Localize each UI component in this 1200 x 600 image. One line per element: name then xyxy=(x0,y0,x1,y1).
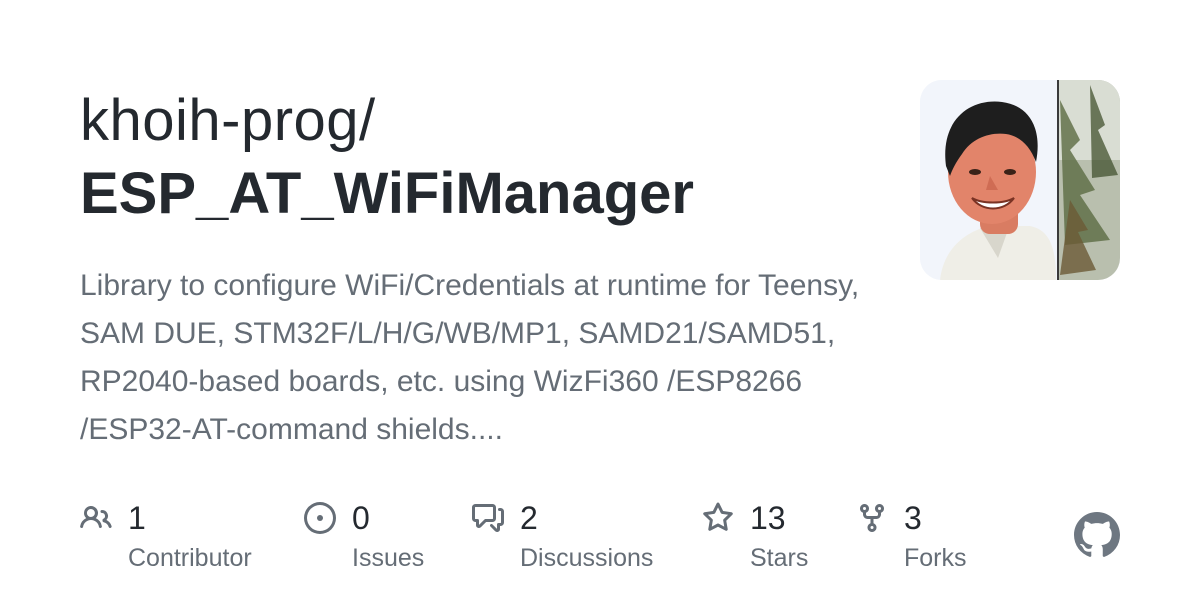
avatar-image xyxy=(920,80,1120,280)
stat-forks[interactable]: 3 Forks xyxy=(856,496,1006,586)
people-icon xyxy=(80,505,112,529)
issue-opened-icon xyxy=(304,502,336,534)
stat-count: 3 xyxy=(904,500,922,536)
star-icon xyxy=(703,502,733,531)
github-mark-icon xyxy=(1074,512,1120,557)
repo-forked-icon xyxy=(860,504,884,533)
stat-count: 2 xyxy=(520,500,538,536)
stat-stars[interactable]: 13 Stars xyxy=(702,496,852,586)
repo-owner[interactable]: khoih-prog/ xyxy=(80,88,376,154)
stat-discussions[interactable]: 2 Discussions xyxy=(472,496,672,586)
repo-name[interactable]: ESP_AT_WiFiManager xyxy=(80,160,694,228)
stat-label: Discussions xyxy=(520,544,654,572)
stat-label: Stars xyxy=(750,544,809,572)
repo-social-card: khoih-prog/ ESP_AT_WiFiManager Library t… xyxy=(0,0,1200,600)
repo-description: Library to configure WiFi/Credentials at… xyxy=(80,269,860,446)
owner-avatar[interactable] xyxy=(920,80,1120,280)
stat-contributors[interactable]: 1 Contributor xyxy=(80,496,280,586)
stat-label: Issues xyxy=(352,544,425,572)
stat-count: 13 xyxy=(750,500,786,536)
stat-count: 1 xyxy=(128,500,146,536)
stat-label: Forks xyxy=(904,544,967,572)
stat-label: Contributor xyxy=(128,544,252,572)
stat-count: 0 xyxy=(352,500,370,536)
stat-issues[interactable]: 0 Issues xyxy=(304,496,474,586)
comment-discussion-icon xyxy=(472,504,504,532)
